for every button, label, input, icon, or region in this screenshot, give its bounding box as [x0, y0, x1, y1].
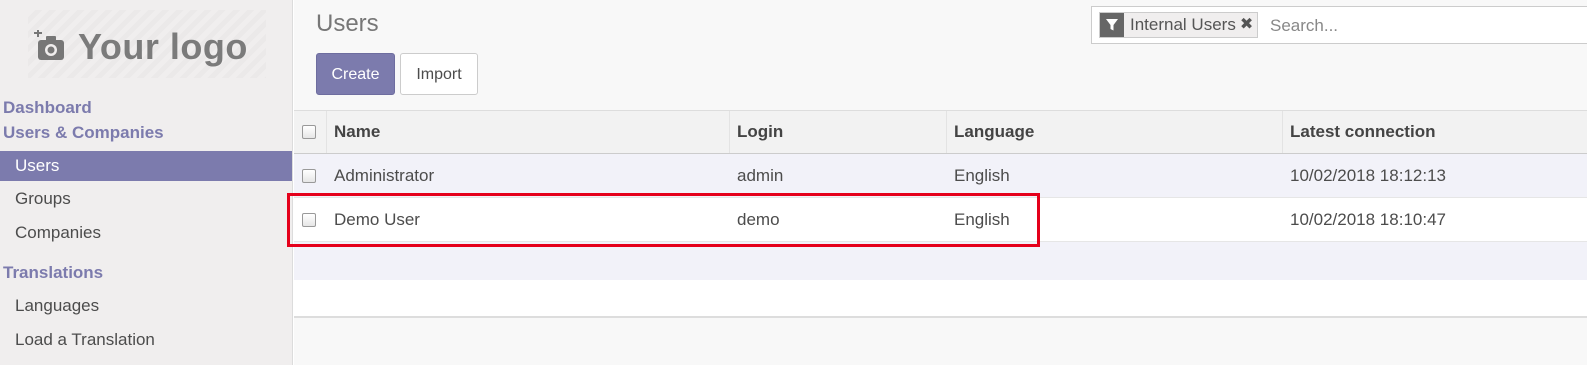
column-header-login[interactable]: Login [737, 111, 783, 153]
logo[interactable]: Your logo [34, 26, 248, 68]
logo-text: Your logo [78, 26, 248, 67]
select-all-checkbox[interactable] [302, 111, 316, 153]
page-title: Users [316, 10, 379, 37]
import-button[interactable]: Import [400, 53, 478, 95]
row-checkbox[interactable] [302, 154, 316, 197]
sidebar-item-users[interactable]: Users [0, 151, 292, 181]
close-icon[interactable]: ✖ [1240, 13, 1257, 37]
cell-latest-connection: 10/02/2018 18:12:13 [1290, 165, 1446, 185]
menu-section-users-companies[interactable]: Users & Companies [3, 123, 164, 143]
table-footer [294, 318, 1587, 365]
column-header-latest-connection[interactable]: Latest connection [1290, 111, 1435, 153]
filter-icon [1100, 13, 1124, 37]
cell-login: admin [737, 165, 784, 185]
search-facet[interactable]: Internal Users ✖ [1099, 12, 1259, 38]
camera-icon [34, 30, 64, 60]
table-header: Name Login Language Latest connection [294, 110, 1587, 154]
sidebar-item-groups[interactable]: Groups [0, 184, 292, 214]
column-header-language[interactable]: Language [954, 111, 1034, 153]
menu-section-translations[interactable]: Translations [3, 263, 103, 283]
sidebar-item-companies[interactable]: Companies [0, 218, 292, 248]
facet-label: Internal Users [1130, 15, 1236, 34]
create-button[interactable]: Create [316, 53, 395, 95]
search-input[interactable] [1270, 15, 1570, 37]
main-content: Users Create Import Internal Users ✖ Nam… [294, 0, 1587, 365]
sidebar: Your logo Dashboard Users & Companies Us… [0, 0, 293, 365]
table-empty-row [294, 242, 1587, 280]
column-header-name[interactable]: Name [334, 111, 380, 153]
cell-latest-connection: 10/02/2018 18:10:47 [1290, 209, 1446, 229]
cell-name: Administrator [334, 165, 435, 185]
cell-language: English [954, 165, 1010, 185]
sidebar-item-languages[interactable]: Languages [0, 291, 292, 321]
search-bar: Internal Users ✖ [1091, 6, 1587, 44]
highlight-box [287, 193, 1040, 247]
sidebar-item-load-translation[interactable]: Load a Translation [0, 325, 292, 355]
menu-section-dashboard[interactable]: Dashboard [3, 98, 92, 118]
table-row[interactable]: Administrator admin English 10/02/2018 1… [294, 154, 1587, 198]
control-panel: Users Create Import Internal Users ✖ [294, 0, 1587, 110]
